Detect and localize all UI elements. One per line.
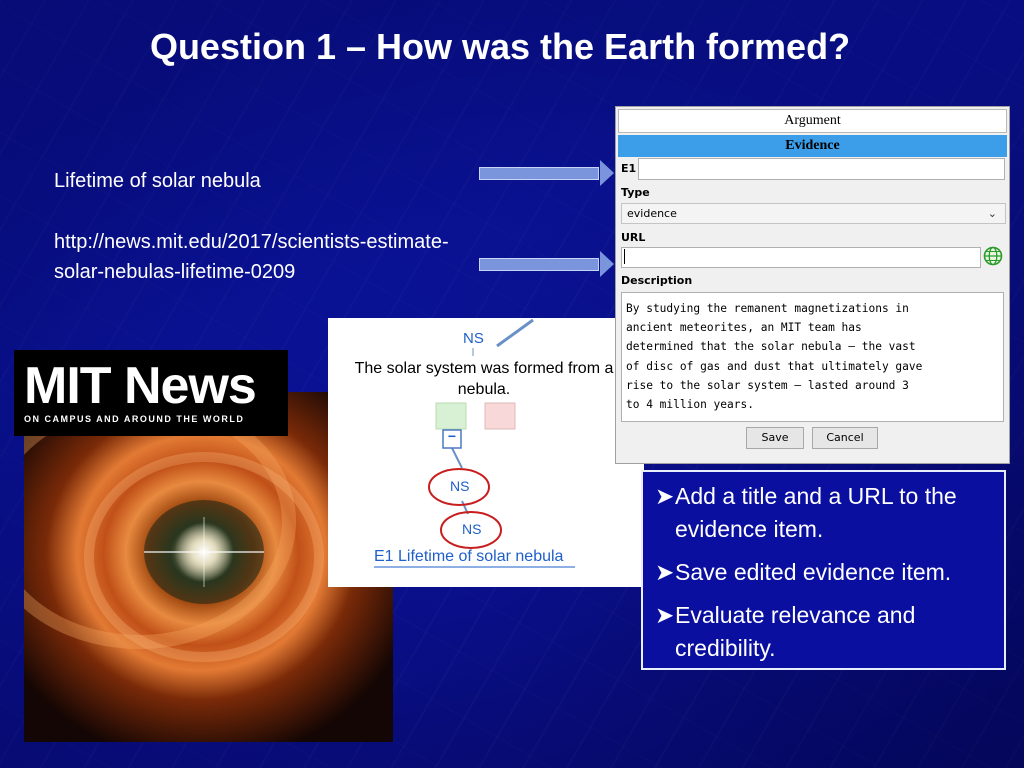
arrowhead-bullet-icon: ➤: [655, 559, 675, 585]
description-line: ancient meteorites, an MIT team has: [626, 321, 862, 335]
url-label: URL: [621, 231, 646, 244]
description-line: to 4 million years.: [626, 398, 754, 412]
arrowhead-bullet-icon: ➤: [655, 483, 675, 509]
collapse-toggle-icon[interactable]: −: [445, 428, 459, 444]
ns-node-1[interactable]: NS: [450, 478, 469, 494]
slide-title: Question 1 – How was the Earth formed?: [149, 26, 851, 67]
url-input[interactable]: [621, 247, 981, 268]
instruction-item: ➤ Add a title and a URL to the evidence …: [655, 480, 996, 546]
save-button[interactable]: Save: [746, 427, 804, 449]
description-textarea[interactable]: By studying the remanent magnetizations …: [621, 292, 1004, 422]
arrowhead-bullet-icon: ➤: [655, 602, 675, 628]
e1-title-input[interactable]: [638, 158, 1005, 180]
evidence-url-text: http://news.mit.edu/2017/scientists-esti…: [54, 227, 449, 287]
description-line: By studying the remanent magnetizations …: [626, 302, 909, 315]
url-line-1: http://news.mit.edu/2017/scientists-esti…: [54, 231, 449, 253]
description-line: rise to the solar system — lasted around…: [626, 378, 909, 392]
instruction-text: Save edited evidence item.: [675, 559, 952, 585]
mit-news-logo: MIT News ON CAMPUS AND AROUND THE WORLD: [14, 350, 288, 436]
claim-line-1: The solar system was formed from a: [354, 360, 614, 377]
cancel-button[interactable]: Cancel: [812, 427, 878, 449]
globe-icon[interactable]: [983, 246, 1003, 270]
text-cursor: [624, 249, 625, 264]
mit-news-wordmark: MIT News: [24, 357, 257, 415]
claim-line-2: nebula.: [457, 381, 511, 398]
evidence-form: Argument Evidence E1 Type evidence ⌄ URL…: [615, 106, 1010, 464]
ns-node-2[interactable]: NS: [462, 521, 481, 537]
type-label: Type: [621, 186, 650, 199]
evidence-title-text: Lifetime of solar nebula: [54, 170, 261, 192]
tab-evidence[interactable]: Evidence: [618, 135, 1007, 157]
arrow-to-e1-field: [479, 160, 614, 186]
description-label: Description: [621, 274, 693, 287]
description-line: determined that the solar nebula — the v…: [626, 340, 916, 354]
instruction-item: ➤ Save edited evidence item.: [655, 556, 996, 589]
arrow-to-url-field: [479, 251, 614, 277]
type-select[interactable]: evidence ⌄: [621, 203, 1006, 224]
argument-map-snippet: NS The solar system was formed from a ne…: [328, 318, 644, 587]
top-node-label[interactable]: NS: [463, 330, 484, 347]
instruction-item: ➤ Evaluate relevance and credibility.: [655, 599, 996, 665]
tab-argument[interactable]: Argument: [618, 109, 1007, 133]
url-line-2: solar-nebulas-lifetime-0209: [54, 261, 296, 283]
claim-node[interactable]: The solar system was formed from a nebul…: [334, 358, 634, 400]
description-line: of disc of gas and dust that ultimately …: [626, 359, 923, 373]
mit-news-tagline: ON CAMPUS AND AROUND THE WORLD: [24, 414, 245, 424]
e1-label: E1: [621, 162, 637, 175]
evidence-link[interactable]: E1 Lifetime of solar nebula: [374, 548, 563, 566]
instruction-text: Add a title and a URL to the evidence it…: [675, 483, 957, 542]
chevron-down-icon: ⌄: [987, 207, 997, 220]
instructions-box: ➤ Add a title and a URL to the evidence …: [641, 470, 1006, 670]
type-select-value: evidence: [627, 207, 677, 220]
instruction-text: Evaluate relevance and credibility.: [675, 602, 916, 661]
